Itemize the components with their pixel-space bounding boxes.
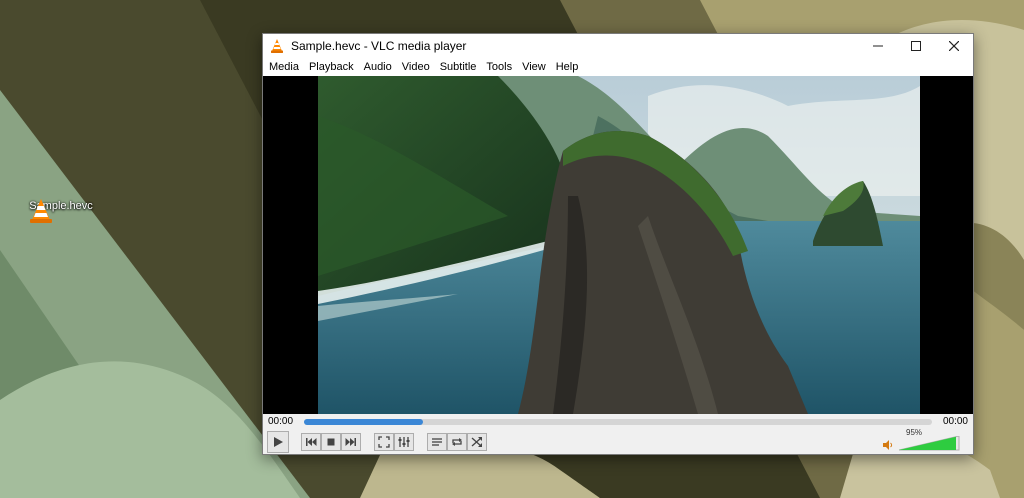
video-frame bbox=[318, 76, 920, 414]
seek-row: 00:00 00:00 bbox=[263, 414, 973, 430]
close-button[interactable] bbox=[935, 34, 973, 58]
close-icon bbox=[949, 41, 959, 51]
menu-view[interactable]: View bbox=[518, 61, 552, 73]
stop-button[interactable] bbox=[321, 433, 341, 451]
menu-media[interactable]: Media bbox=[265, 61, 305, 73]
title-bar[interactable]: Sample.hevc - VLC media player bbox=[263, 34, 973, 58]
fullscreen-icon bbox=[378, 436, 390, 448]
vlc-window: Sample.hevc - VLC media player Media Pla… bbox=[262, 33, 974, 455]
playlist-button[interactable] bbox=[427, 433, 447, 451]
time-total: 00:00 bbox=[942, 416, 968, 427]
desktop-icon-sample-hevc[interactable]: Sample.hevc bbox=[26, 196, 96, 223]
vlc-cone-icon bbox=[30, 199, 52, 223]
loop-button[interactable] bbox=[447, 433, 467, 451]
menu-bar: Media Playback Audio Video Subtitle Tool… bbox=[263, 58, 973, 76]
extended-settings-icon bbox=[398, 437, 410, 447]
shuffle-button[interactable] bbox=[467, 433, 487, 451]
seek-slider[interactable] bbox=[304, 419, 932, 425]
menu-playback[interactable]: Playback bbox=[305, 61, 360, 73]
minimize-icon bbox=[873, 45, 883, 47]
time-elapsed: 00:00 bbox=[268, 416, 294, 427]
minimize-button[interactable] bbox=[859, 34, 897, 58]
menu-audio[interactable]: Audio bbox=[360, 61, 398, 73]
maximize-button[interactable] bbox=[897, 34, 935, 58]
menu-tools[interactable]: Tools bbox=[482, 61, 518, 73]
seek-progress bbox=[304, 419, 424, 425]
previous-icon bbox=[306, 438, 317, 446]
playlist-icon bbox=[432, 438, 442, 446]
shuffle-icon bbox=[471, 437, 482, 447]
maximize-icon bbox=[911, 41, 921, 51]
volume-slider[interactable] bbox=[899, 436, 961, 451]
loop-icon bbox=[452, 438, 462, 446]
previous-button[interactable] bbox=[301, 433, 321, 451]
vlc-app-icon bbox=[271, 39, 283, 53]
menu-subtitle[interactable]: Subtitle bbox=[436, 61, 483, 73]
play-icon bbox=[274, 437, 283, 447]
controls-bar: 95% bbox=[263, 428, 973, 454]
video-area[interactable] bbox=[263, 76, 973, 414]
menu-help[interactable]: Help bbox=[552, 61, 585, 73]
play-button[interactable] bbox=[267, 431, 289, 453]
menu-video[interactable]: Video bbox=[398, 61, 436, 73]
speaker-icon[interactable] bbox=[882, 439, 894, 451]
next-button[interactable] bbox=[341, 433, 361, 451]
extended-settings-button[interactable] bbox=[394, 433, 414, 451]
stop-icon bbox=[327, 438, 335, 446]
next-icon bbox=[345, 438, 356, 446]
fullscreen-button[interactable] bbox=[374, 433, 394, 451]
window-title: Sample.hevc - VLC media player bbox=[291, 39, 467, 53]
